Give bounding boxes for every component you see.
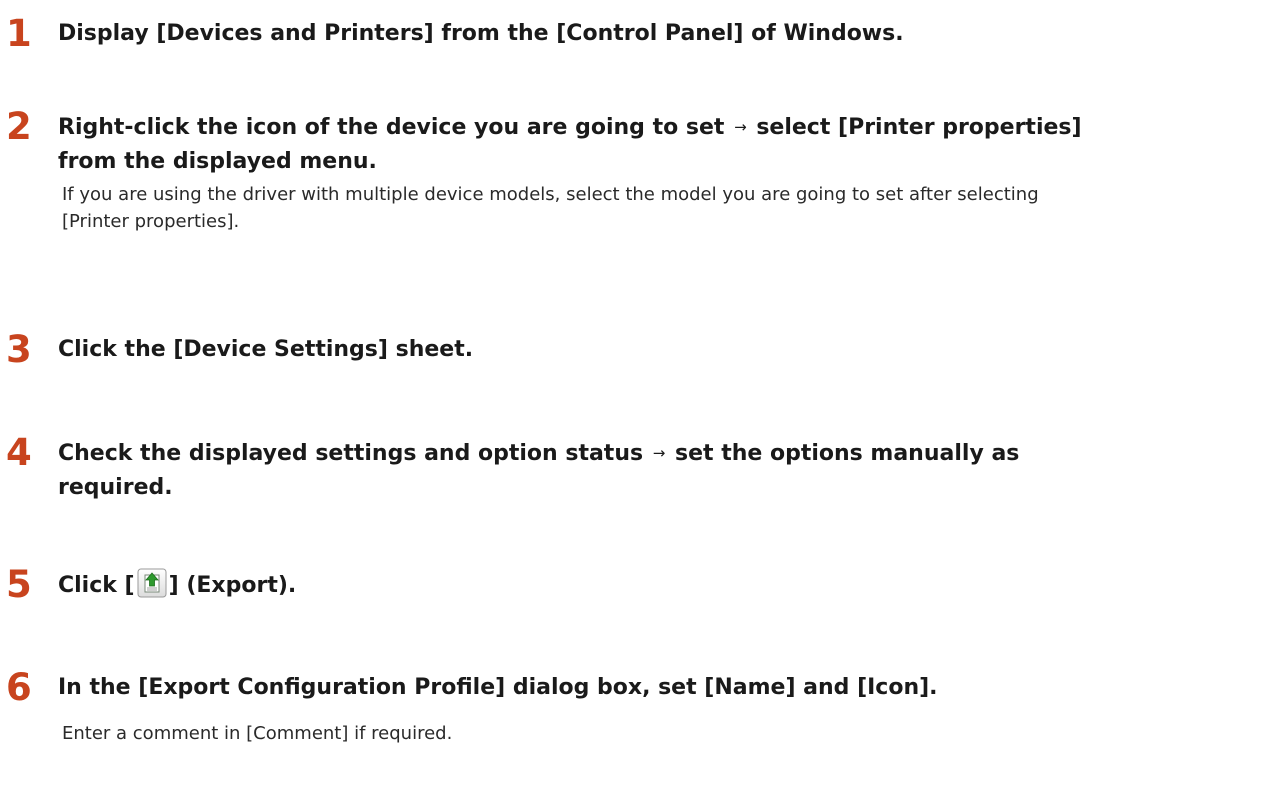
- step-title: Click the [Device Settings] sheet.: [58, 337, 474, 362]
- step-3: 3 Click the [Device Settings] sheet.: [6, 330, 1268, 380]
- step-title-part-b: select [Printer properties]: [756, 115, 1082, 140]
- step-description: If you are using the driver with multipl…: [62, 181, 1268, 235]
- arrow-icon: →: [652, 444, 666, 462]
- step-title-line-1: Right-click the icon of the device you a…: [58, 110, 1268, 145]
- step-description: Enter a comment in [Comment] if required…: [62, 723, 453, 744]
- step-title-suffix: ] (Export).: [168, 573, 297, 598]
- step-title: In the [Export Configuration Profile] di…: [58, 675, 938, 700]
- step-title: Right-click the icon of the device you a…: [58, 110, 1268, 179]
- step-number: 3: [6, 328, 32, 371]
- step-4: 4 Check the displayed settings and optio…: [6, 433, 1268, 513]
- step-title-line-2: from the displayed menu.: [58, 149, 377, 174]
- step-number: 6: [6, 666, 32, 709]
- step-1: 1 Display [Devices and Printers] from th…: [6, 14, 1268, 64]
- step-2: 2 Right-click the icon of the device you…: [6, 107, 1268, 297]
- step-title-part-a: Right-click the icon of the device you a…: [58, 115, 725, 140]
- step-number: 2: [6, 105, 32, 148]
- step-title: Click [ ] (Export).: [58, 568, 1268, 603]
- step-number: 5: [6, 563, 32, 606]
- export-icon: [137, 568, 167, 598]
- step-5: 5 Click [ ] (Export).: [6, 565, 1268, 615]
- step-title-part-a: Check the displayed settings and option …: [58, 441, 644, 466]
- step-title-line-2: required.: [58, 475, 173, 500]
- step-description-line-1: If you are using the driver with multipl…: [62, 184, 1039, 205]
- step-number: 1: [6, 12, 32, 55]
- step-description-line-2: [Printer properties].: [62, 211, 240, 232]
- step-title-line-1: Check the displayed settings and option …: [58, 436, 1268, 471]
- step-6: 6 In the [Export Configuration Profile] …: [6, 668, 1268, 788]
- arrow-icon: →: [734, 118, 747, 136]
- step-title: Check the displayed settings and option …: [58, 436, 1268, 505]
- step-title-prefix: Click [: [58, 573, 135, 598]
- step-number: 4: [6, 431, 32, 474]
- step-title-part-b: set the options manually as: [675, 441, 1020, 466]
- step-title: Display [Devices and Printers] from the …: [58, 21, 904, 46]
